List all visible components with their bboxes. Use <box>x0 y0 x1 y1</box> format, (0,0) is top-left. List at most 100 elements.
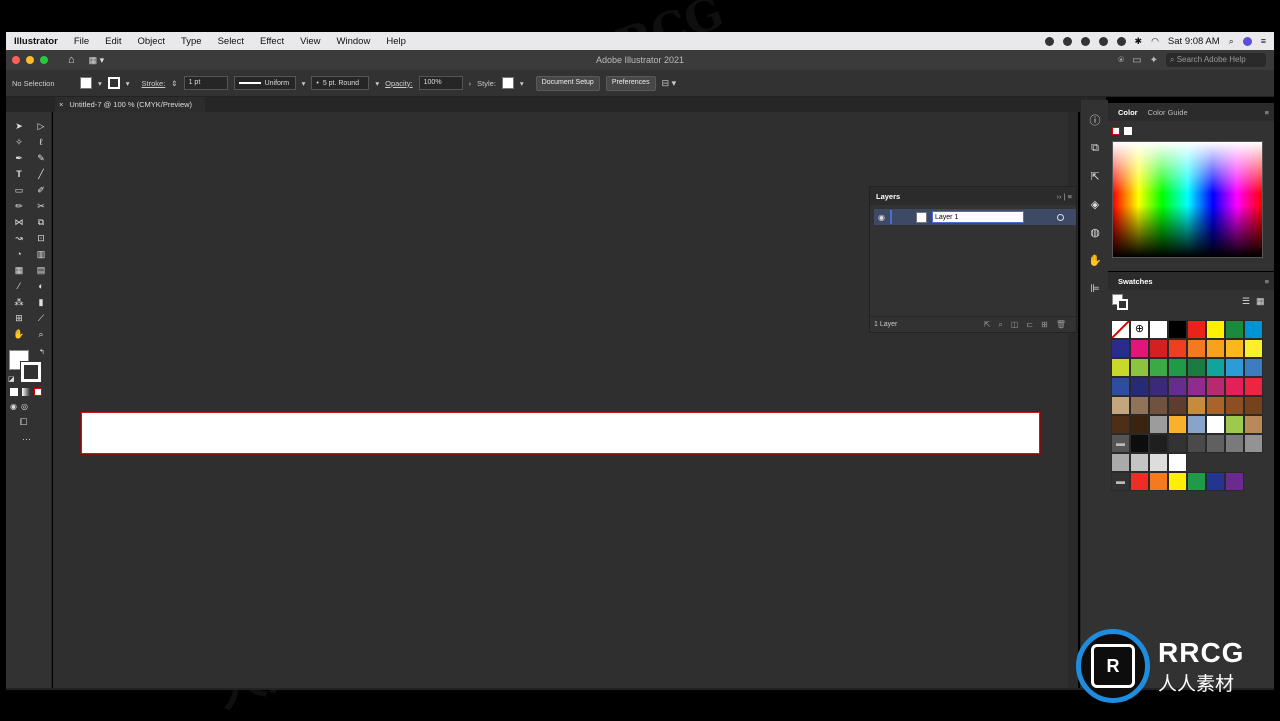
panel-menu-icon[interactable]: ›› | ≡ <box>1057 192 1077 201</box>
mesh-tool-icon[interactable]: ▦ <box>11 262 27 278</box>
blend-tool-icon[interactable]: ◐ <box>33 278 49 294</box>
graphic-style-swatch[interactable] <box>501 77 514 89</box>
artboard[interactable] <box>81 412 1040 454</box>
color-swatch[interactable] <box>1244 415 1263 434</box>
default-fill-stroke-icon[interactable]: ◪ <box>8 375 15 383</box>
color-swatch[interactable] <box>1244 396 1263 415</box>
none-mode-icon[interactable] <box>34 388 42 396</box>
color-spectrum[interactable] <box>1112 141 1263 258</box>
type-tool-icon[interactable]: T <box>11 166 27 182</box>
menu-window[interactable]: Window <box>329 36 379 47</box>
color-swatch[interactable] <box>1149 320 1168 339</box>
color-swatch[interactable] <box>1206 358 1225 377</box>
color-swatch[interactable] <box>1187 396 1206 415</box>
swatch-folder-icon[interactable]: ▬ <box>1111 472 1130 491</box>
color-swatch[interactable] <box>1149 339 1168 358</box>
layer-target-icon[interactable] <box>1057 213 1064 221</box>
color-swatch[interactable] <box>1206 434 1225 453</box>
direct-selection-tool-icon[interactable]: ▷ <box>33 118 49 134</box>
color-swatch[interactable] <box>1168 453 1187 472</box>
delete-layer-icon[interactable]: 🗑 <box>1056 320 1066 330</box>
color-swatch[interactable] <box>1168 320 1187 339</box>
fill-color-swatch[interactable] <box>80 77 92 89</box>
color-swatch[interactable] <box>1130 453 1149 472</box>
eyedropper-tool-icon[interactable]: ⁄ <box>11 278 27 294</box>
swatch-folder-icon[interactable]: ▬ <box>1111 434 1130 453</box>
workspace-switcher-icon[interactable]: ▦ ▾ <box>89 55 105 66</box>
opacity-label[interactable]: Opacity: <box>385 79 413 88</box>
locate-object-icon[interactable]: ⌕ <box>998 320 1002 330</box>
export-asset-icon[interactable]: ⇱ <box>1081 162 1109 190</box>
tab-swatches[interactable]: Swatches <box>1118 277 1153 286</box>
chevron-down-icon[interactable]: ▾ <box>520 79 524 88</box>
document-tab[interactable]: × Untitled-7 @ 100 % (CMYK/Preview) <box>55 97 205 112</box>
search-icon[interactable]: ⌕ <box>1229 36 1234 47</box>
white-swatch-icon[interactable] <box>1124 127 1132 135</box>
menu-edit[interactable]: Edit <box>97 36 129 47</box>
layer-row[interactable]: ◉ <box>874 209 1076 225</box>
stroke-stepper-icon[interactable]: ⇕ <box>171 79 177 88</box>
color-swatch[interactable] <box>1168 434 1187 453</box>
help-search-input[interactable]: ⌕ Search Adobe Help <box>1166 53 1266 67</box>
symbol-sprayer-tool-icon[interactable]: ⁂ <box>11 294 27 310</box>
color-swatch[interactable] <box>1168 415 1187 434</box>
layers-icon[interactable]: ◈ <box>1081 190 1109 218</box>
siri-icon[interactable] <box>1242 36 1252 46</box>
stroke-color-swatch[interactable] <box>107 77 120 89</box>
record-icon[interactable] <box>1044 36 1054 46</box>
artboard-tool-icon[interactable]: ⊞ <box>11 310 27 326</box>
none-swatch[interactable] <box>1111 320 1130 339</box>
color-swatch[interactable] <box>1168 396 1187 415</box>
selection-tool-icon[interactable]: ➤ <box>11 118 27 134</box>
document-setup-button[interactable]: Document Setup <box>535 75 600 91</box>
menu-file[interactable]: File <box>66 36 97 47</box>
screen-mode-icon[interactable]: ⧠ <box>6 417 51 428</box>
home-icon[interactable]: ⌂ <box>68 54 75 66</box>
color-swatch[interactable] <box>1168 358 1187 377</box>
preferences-button[interactable]: Preferences <box>605 75 656 91</box>
color-swatch[interactable] <box>1225 415 1244 434</box>
shape-builder-tool-icon[interactable]: ◔ <box>11 246 27 262</box>
registration-swatch[interactable]: ⊕ <box>1130 320 1149 339</box>
rectangle-tool-icon[interactable]: ▭ <box>11 182 27 198</box>
color-swatch[interactable] <box>1149 358 1168 377</box>
color-swatch[interactable] <box>1225 339 1244 358</box>
lightbulb-icon[interactable]: ✦ <box>1150 55 1158 66</box>
free-transform-tool-icon[interactable]: ⊡ <box>33 230 49 246</box>
color-swatch[interactable] <box>1168 339 1187 358</box>
stroke-swatch[interactable] <box>20 361 42 383</box>
color-swatch[interactable] <box>1130 358 1149 377</box>
menu-help[interactable]: Help <box>378 36 414 47</box>
color-swatch[interactable] <box>1187 415 1206 434</box>
column-graph-tool-icon[interactable]: ▮ <box>33 294 49 310</box>
cloud-icon[interactable] <box>1080 36 1090 46</box>
color-swatch[interactable] <box>1111 339 1130 358</box>
pencil-tool-icon[interactable]: ✏ <box>11 198 27 214</box>
color-swatch[interactable] <box>1111 358 1130 377</box>
list-view-icon[interactable]: ☰ <box>1242 296 1250 307</box>
color-swatch[interactable] <box>1111 453 1130 472</box>
color-swatch[interactable] <box>1244 434 1263 453</box>
slice-tool-icon[interactable]: ⟋ <box>33 310 49 326</box>
pathfinder-icon[interactable]: ⧉ <box>1081 134 1109 162</box>
perspective-grid-tool-icon[interactable]: ▥ <box>33 246 49 262</box>
panel-menu-icon[interactable]: ≡ <box>1265 277 1274 286</box>
appearance-icon[interactable]: ◍ <box>1081 218 1109 246</box>
color-swatch[interactable] <box>1187 358 1206 377</box>
arrange-documents-icon[interactable]: ▭ <box>1132 55 1141 66</box>
shaper-tool-icon[interactable]: ✐ <box>33 182 49 198</box>
menu-object[interactable]: Object <box>130 36 173 47</box>
color-swatch[interactable] <box>1130 396 1149 415</box>
menu-view[interactable]: View <box>292 36 328 47</box>
tab-color-guide[interactable]: Color Guide <box>1148 108 1188 117</box>
color-swatch[interactable] <box>1187 339 1206 358</box>
close-tab-icon[interactable]: × <box>59 100 63 109</box>
volume-icon[interactable] <box>1116 36 1126 46</box>
line-segment-tool-icon[interactable]: ╱ <box>33 166 49 182</box>
extension-icon[interactable] <box>1098 36 1108 46</box>
align-icon[interactable]: ⊫ <box>1081 274 1109 302</box>
color-swatch[interactable] <box>1187 472 1206 491</box>
color-swatch[interactable] <box>1149 453 1168 472</box>
color-swatch[interactable] <box>1130 415 1149 434</box>
swap-fill-stroke-icon[interactable]: ↰ <box>39 348 45 356</box>
